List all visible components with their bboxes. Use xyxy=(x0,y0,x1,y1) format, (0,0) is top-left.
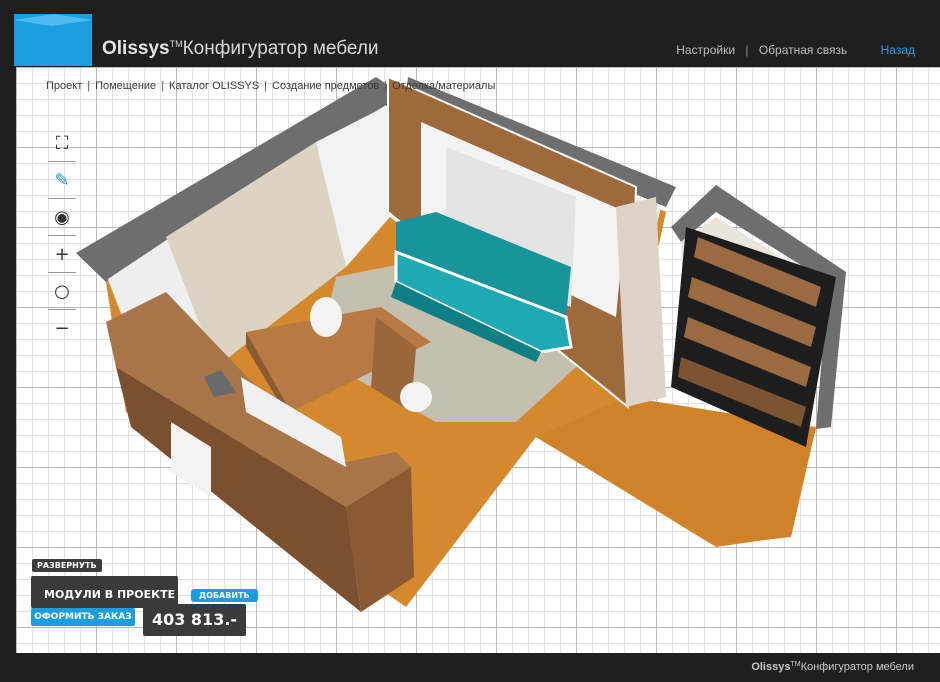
footer-brand-tm: TM xyxy=(790,661,801,668)
3d-viewport[interactable]: Проект | Помещение | Каталог OLISSYS | Создани… xyxy=(16,67,940,653)
fullscreen-icon: ⛶ xyxy=(55,132,69,154)
zoom-out-button[interactable]: − xyxy=(48,310,76,347)
chair-1 xyxy=(310,297,342,337)
modules-label: МОДУЛИ В ПРОЕКТЕ xyxy=(44,588,176,601)
eye-icon: ◉ xyxy=(54,206,70,228)
room-3d-scene[interactable] xyxy=(16,67,940,653)
zoom-in-icon: + xyxy=(54,243,70,265)
add-module-button[interactable]: ДОБАВИТЬ xyxy=(191,589,258,602)
pencil-icon: ✎ xyxy=(54,169,70,191)
place-order-button[interactable]: ОФОРМИТЬ ЗАКАЗ xyxy=(31,608,135,626)
expand-button[interactable]: РАЗВЕРНУТЬ xyxy=(32,559,102,572)
header: OlissysTMКонфигуратор мебели Настройки |… xyxy=(0,0,940,67)
fullscreen-button[interactable]: ⛶ xyxy=(48,125,76,162)
app-window: OlissysTMКонфигуратор мебели Настройки |… xyxy=(0,0,940,682)
edit-button[interactable]: ✎ xyxy=(48,162,76,199)
breadcrumb-separator: | xyxy=(384,80,388,92)
breadcrumb-room[interactable]: Помещение xyxy=(95,80,156,92)
zoom-in-button[interactable]: + xyxy=(48,236,76,273)
back-link[interactable]: Назад xyxy=(881,43,915,57)
view-button[interactable]: ◉ xyxy=(48,199,76,236)
breadcrumb-create-items[interactable]: Создание предметов xyxy=(272,80,379,92)
logo-cube-icon xyxy=(14,14,92,66)
footer-brand: OlissysTMКонфигуратор мебели xyxy=(751,661,914,673)
brand-name: Olissys xyxy=(102,38,170,59)
top-nav: Настройки | Обратная связь Назад xyxy=(676,43,915,57)
footer: OlissysTMКонфигуратор мебели xyxy=(0,653,940,682)
breadcrumb-separator: | xyxy=(87,80,91,92)
app-title: OlissysTMКонфигуратор мебели xyxy=(102,38,379,60)
zoom-out-icon: − xyxy=(54,318,70,339)
search-icon: ○ xyxy=(54,280,70,302)
footer-brand-subtitle: Конфигуратор мебели xyxy=(800,661,914,673)
nav-separator: | xyxy=(745,43,749,57)
breadcrumb: Проект | Помещение | Каталог OLISSYS | Создани… xyxy=(46,80,495,92)
brand-subtitle: Конфигуратор мебели xyxy=(182,38,379,59)
breadcrumb-project[interactable]: Проект xyxy=(46,80,82,92)
breadcrumb-separator: | xyxy=(161,80,165,92)
chair-2 xyxy=(400,382,432,412)
left-toolbar: ⛶ ✎ ◉ + ○ − xyxy=(48,125,76,347)
total-price: 403 813.- xyxy=(143,604,246,636)
breadcrumb-finishing[interactable]: Отделка/материалы xyxy=(392,80,495,92)
zoom-reset-button[interactable]: ○ xyxy=(48,273,76,310)
breadcrumb-separator: | xyxy=(264,80,268,92)
breadcrumb-catalog[interactable]: Каталог OLISSYS xyxy=(169,80,259,92)
brand-tm: TM xyxy=(169,39,183,49)
footer-brand-name: Olissys xyxy=(751,661,791,673)
nav-settings-link[interactable]: Настройки xyxy=(676,43,735,57)
nav-feedback-link[interactable]: Обратная связь xyxy=(759,43,847,57)
